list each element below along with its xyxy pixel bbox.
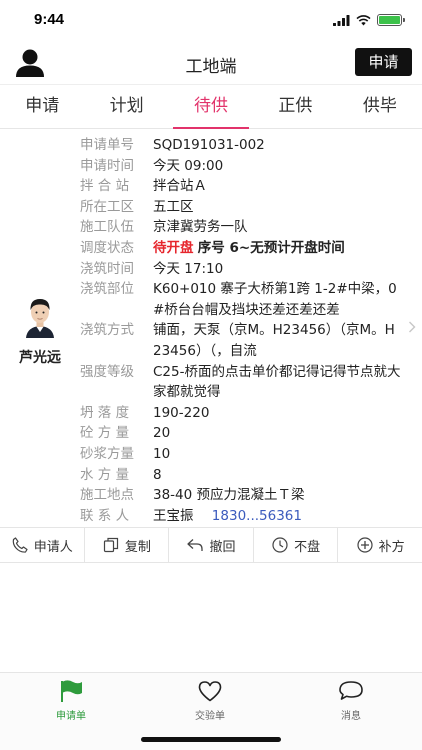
order-number: SQD191031-002 <box>153 137 265 153</box>
battery-icon <box>377 14 405 26</box>
apply-button[interactable]: 申请 <box>355 48 412 76</box>
undo-icon <box>187 539 204 551</box>
field-mix-station: 拌 合 站 拌合站Ａ <box>80 176 402 197</box>
tab-pending-supply[interactable]: 待供 <box>169 85 253 129</box>
team-value: 京津冀劳务一队 <box>153 219 248 236</box>
slump-value: 190-220 <box>153 404 210 421</box>
copy-button[interactable]: 复制 <box>85 528 170 562</box>
field-label: 浇筑部位 <box>80 281 134 298</box>
apply-time-value: 今天 09:00 <box>153 157 224 174</box>
tab-apply[interactable]: 申请 <box>0 85 84 128</box>
bottom-tab-label: 交验单 <box>195 711 225 722</box>
wifi-icon <box>356 14 371 25</box>
tab-plan[interactable]: 计划 <box>84 85 168 128</box>
nav-header: 工地端 申请 <box>0 40 422 84</box>
field-concrete-qty: 砼 方 量 20 <box>80 423 402 444</box>
cancel-plan-button[interactable]: 不盘 <box>254 528 339 562</box>
water-qty-value: 8 <box>153 466 162 483</box>
tab-supplying[interactable]: 正供 <box>253 85 337 128</box>
action-label: 撤回 <box>209 539 236 555</box>
contact-phone-link[interactable]: 1830...56361 <box>212 508 302 524</box>
field-label: 施工队伍 <box>80 219 134 236</box>
action-label: 不盘 <box>294 539 321 555</box>
pour-method-value: 铺面，天泵（京M。H23456）（京M。H23456）（，自流 <box>153 322 395 359</box>
order-details[interactable]: 申请单号 SQD191031-002 申请时间 今天 09:00 拌 合 站 拌… <box>80 135 402 526</box>
field-dispatch-status: 调度状态 待开盘 序号 6~无预计开盘时间 <box>80 238 402 259</box>
tab-supply-done[interactable]: 供毕 <box>338 85 422 128</box>
bottom-tab-label: 申请单 <box>56 711 86 722</box>
field-site: 施工地点 38-40 预应力混凝土Ｔ梁 <box>80 485 402 506</box>
copy-icon <box>103 537 118 553</box>
field-label: 浇筑方式 <box>80 322 134 339</box>
work-area-value: 五工区 <box>153 198 194 215</box>
signal-icon <box>333 14 350 26</box>
applicant-photo <box>20 294 60 338</box>
clock-icon <box>272 537 288 553</box>
field-label: 拌 合 站 <box>80 178 130 195</box>
status-icons <box>333 14 405 26</box>
field-slump: 坍 落 度 190-220 <box>80 403 402 424</box>
field-apply-time: 申请时间 今天 09:00 <box>80 156 402 177</box>
field-label: 浇筑时间 <box>80 260 134 277</box>
applicant-block: 芦光远 <box>10 294 70 367</box>
phone-icon <box>12 537 28 553</box>
field-label: 申请时间 <box>80 157 134 174</box>
applicant-name: 芦光远 <box>19 350 61 366</box>
card-actions: 申请人 复制 撤回 不盘 补方 <box>0 527 422 563</box>
pour-part-value: K60+010 寨子大桥第1跨 1-2#中梁，0#桥台台帽及挡块还差还差还差 <box>153 281 397 318</box>
field-label: 所在工区 <box>80 198 134 215</box>
field-label: 施工地点 <box>80 487 134 504</box>
field-label: 水 方 量 <box>80 466 130 483</box>
call-applicant-button[interactable]: 申请人 <box>0 528 85 562</box>
field-work-area: 所在工区 五工区 <box>80 197 402 218</box>
heart-icon <box>198 681 222 702</box>
mix-station-value: 拌合站Ａ <box>153 178 207 195</box>
field-label: 联 系 人 <box>80 507 130 524</box>
dispatch-detail: 序号 6~无预计开盘时间 <box>197 239 345 256</box>
bottom-tab-inspection[interactable]: 交验单 <box>160 679 260 722</box>
status-bar: 9:44 <box>0 0 422 40</box>
chat-bubble-icon <box>339 681 363 700</box>
action-label: 补方 <box>378 539 405 555</box>
withdraw-button[interactable]: 撤回 <box>169 528 254 562</box>
bottom-tab-applications[interactable]: 申请单 <box>21 679 121 722</box>
field-order-no: 申请单号 SQD191031-002 <box>80 135 402 156</box>
field-label: 砼 方 量 <box>80 425 130 442</box>
action-label: 复制 <box>124 539 151 555</box>
mortar-qty-value: 10 <box>153 445 171 462</box>
field-label: 砂浆方量 <box>80 445 134 462</box>
field-water-qty: 水 方 量 8 <box>80 465 402 486</box>
status-time: 9:44 <box>34 11 65 28</box>
field-mortar-qty: 砂浆方量 10 <box>80 444 402 465</box>
status-tabs: 申请 计划 待供 正供 供毕 <box>0 84 422 129</box>
chevron-right-icon[interactable] <box>408 321 416 333</box>
field-label: 坍 落 度 <box>80 404 130 421</box>
flag-icon <box>61 680 82 702</box>
field-pour-part: 浇筑部位 K60+010 寨子大桥第1跨 1-2#中梁，0#桥台台帽及挡块还差还… <box>80 279 402 320</box>
field-pour-time: 浇筑时间 今天 17:10 <box>80 259 402 280</box>
strength-value: C25-桥面的点击单价都记得记得节点就大家都就觉得 <box>153 363 401 401</box>
supplement-button[interactable]: 补方 <box>338 528 422 562</box>
plus-circle-icon <box>357 537 373 553</box>
field-pour-method: 浇筑方式 铺面，天泵（京M。H23456）（京M。H23456）（，自流 <box>80 320 402 361</box>
bottom-tab-messages[interactable]: 消息 <box>301 679 401 722</box>
contact-name: 王宝振 <box>153 507 194 524</box>
pour-time-value: 今天 17:10 <box>153 260 224 277</box>
field-label: 强度等级 <box>80 363 134 380</box>
field-label: 调度状态 <box>80 239 134 256</box>
concrete-qty-value: 20 <box>153 425 171 442</box>
action-label: 申请人 <box>33 539 73 555</box>
field-team: 施工队伍 京津冀劳务一队 <box>80 217 402 238</box>
field-label: 申请单号 <box>80 137 134 153</box>
dispatch-status-badge: 待开盘 <box>153 239 194 256</box>
field-contact: 联 系 人 王宝振 1830...56361 <box>80 506 402 527</box>
field-strength: 强度等级 C25-桥面的点击单价都记得记得节点就大家都就觉得 <box>80 362 402 403</box>
home-indicator <box>141 737 281 742</box>
site-value: 38-40 预应力混凝土Ｔ梁 <box>153 487 305 504</box>
bottom-tab-label: 消息 <box>341 711 361 722</box>
